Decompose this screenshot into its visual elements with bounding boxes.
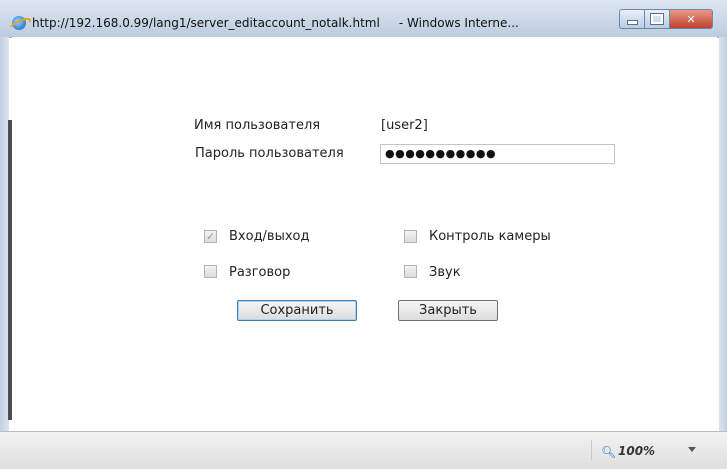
window-title-suffix: - Windows Interne...	[398, 16, 519, 30]
zoom-level[interactable]: 100%	[618, 444, 655, 458]
username-value: [user2]	[381, 118, 428, 133]
window-title: http://192.168.0.99/lang1/server_editacc…	[32, 16, 519, 30]
camera-control-checkbox[interactable]	[404, 230, 417, 243]
sound-label: Звук	[429, 265, 461, 280]
status-bar: 🔍︎ 100%	[0, 431, 727, 469]
zoom-icon[interactable]: 🔍︎	[601, 445, 616, 459]
password-field[interactable]: ●●●●●●●●●●●	[380, 144, 615, 164]
sound-checkbox[interactable]	[404, 265, 417, 278]
window-url: http://192.168.0.99/lang1/server_editacc…	[32, 16, 380, 30]
password-label: Пароль пользователя	[195, 146, 344, 161]
zoom-dropdown-icon[interactable]	[688, 447, 696, 452]
status-divider	[591, 440, 592, 460]
page-content	[12, 37, 717, 431]
window-controls: ✕	[619, 9, 713, 29]
window-right-border	[719, 37, 727, 468]
window-left-shadow	[8, 120, 12, 420]
minimize-button[interactable]	[619, 9, 645, 29]
save-button[interactable]: Сохранить	[237, 300, 357, 321]
camera-control-label: Контроль камеры	[429, 229, 551, 244]
close-button[interactable]: Закрыть	[398, 300, 498, 321]
login-logout-checkbox: ✓	[204, 230, 217, 243]
talk-checkbox[interactable]	[204, 265, 217, 278]
login-logout-label: Вход/выход	[229, 229, 310, 244]
username-label: Имя пользователя	[194, 118, 321, 133]
close-window-button[interactable]: ✕	[670, 9, 713, 29]
window-titlebar: http://192.168.0.99/lang1/server_editacc…	[0, 0, 727, 38]
talk-label: Разговор	[229, 265, 291, 280]
internet-explorer-icon	[12, 16, 26, 30]
maximize-button[interactable]	[645, 9, 670, 29]
